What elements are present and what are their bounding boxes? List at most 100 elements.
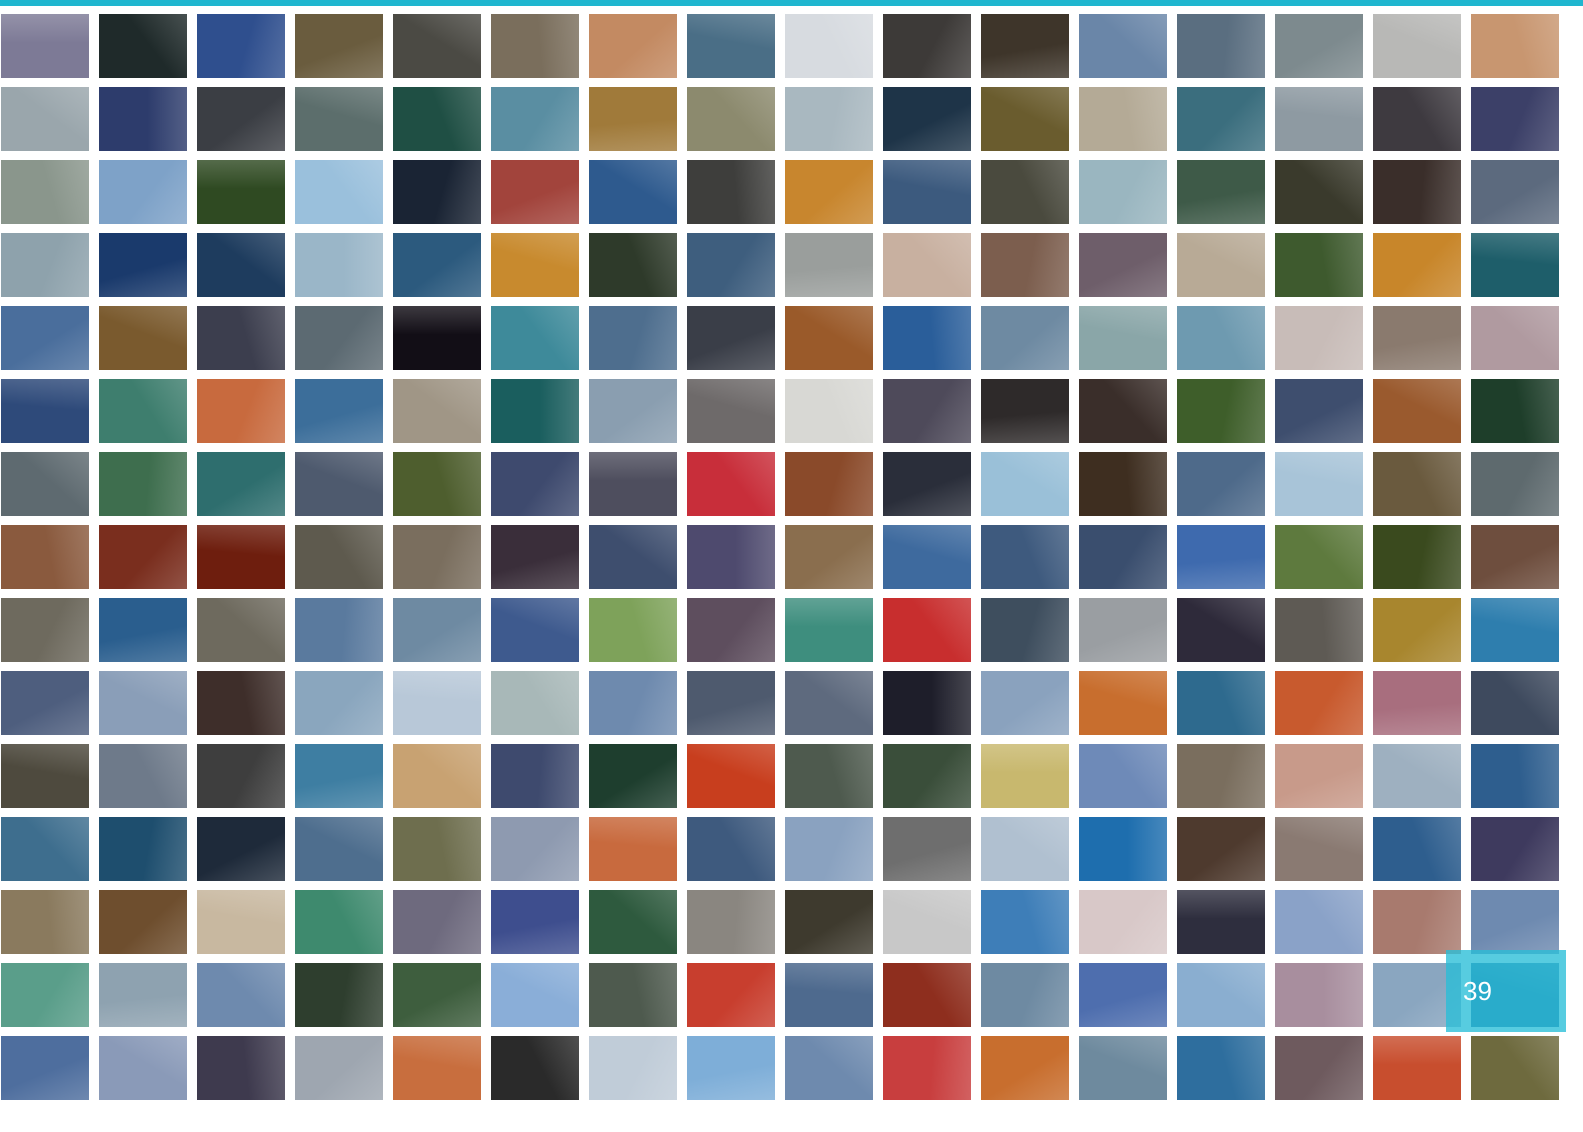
photo-tile [1079,379,1167,443]
photo-tile [491,1036,579,1100]
photo-tile [1373,525,1461,589]
photo-tile [1373,744,1461,808]
photo-tile [1275,744,1363,808]
photo-tile [1177,14,1265,78]
photo-tile [589,87,677,151]
photo-tile [883,452,971,516]
photo-tile [1471,525,1559,589]
photo-tile [1275,452,1363,516]
photo-tile [1373,160,1461,224]
photo-tile [1373,452,1461,516]
photo-tile [393,87,481,151]
photo-tile [491,306,579,370]
photo-tile [1,817,89,881]
photo-tile [883,525,971,589]
photo-tile [1275,598,1363,662]
photo-tile [981,671,1069,735]
photo-tile [491,379,579,443]
photo-tile [1079,598,1167,662]
photo-tile [981,525,1069,589]
photo-tile [99,744,187,808]
photo-tile [393,963,481,1027]
photo-tile [1275,890,1363,954]
photo-tile [393,525,481,589]
photo-tile [1471,1036,1559,1100]
photo-tile [1,525,89,589]
photo-tile [1079,890,1167,954]
photo-tile [1177,744,1265,808]
photo-tile [295,671,383,735]
photo-tile [785,890,873,954]
photo-tile [883,817,971,881]
photo-tile [981,598,1069,662]
photo-tile [295,452,383,516]
photo-tile [785,233,873,297]
photo-tile [1373,598,1461,662]
photo-tile [1177,817,1265,881]
photo-tile [1177,306,1265,370]
photo-tile [883,233,971,297]
photo-tile [99,963,187,1027]
photo-tile [1,379,89,443]
photo-tile [1373,890,1461,954]
photo-tile [589,379,677,443]
photo-tile [1177,233,1265,297]
photo-tile [1177,963,1265,1027]
photo-tile [687,160,775,224]
photo-tile [687,525,775,589]
photo-tile [883,963,971,1027]
photo-tile [491,744,579,808]
photo-tile [197,890,285,954]
photo-tile [99,233,187,297]
photo-tile [589,452,677,516]
photo-tile [393,14,481,78]
photo-tile [99,671,187,735]
photo-tile [491,598,579,662]
photo-tile [687,817,775,881]
photo-tile [589,598,677,662]
photo-tile [99,87,187,151]
photo-tile [883,14,971,78]
photo-tile [981,1036,1069,1100]
photo-tile [197,87,285,151]
photo-tile [1373,14,1461,78]
page-number-badge: 39 [1446,950,1566,1032]
photo-tile [1471,306,1559,370]
photo-tile [99,452,187,516]
photo-tile [1,14,89,78]
photo-tile [785,671,873,735]
photo-tile [1373,671,1461,735]
photo-tile [99,598,187,662]
photo-tile [491,890,579,954]
photo-tile [295,598,383,662]
photo-tile [687,963,775,1027]
photo-tile [295,306,383,370]
photo-tile [1079,160,1167,224]
top-accent-bar [0,0,1583,6]
photo-tile [883,160,971,224]
photo-tile [981,233,1069,297]
photo-tile [295,160,383,224]
photo-tile [1079,525,1167,589]
photo-tile [197,160,285,224]
photo-tile [883,1036,971,1100]
photo-tile [197,14,285,78]
photo-tile [99,890,187,954]
photo-tile [491,525,579,589]
photo-tile [295,233,383,297]
photo-tile [295,890,383,954]
photo-tile [393,671,481,735]
photo-tile [393,890,481,954]
photo-tile [1471,744,1559,808]
photo-tile [1471,598,1559,662]
photo-tile [197,963,285,1027]
photo-tile [491,452,579,516]
photo-tile [1275,14,1363,78]
photo-tile [785,306,873,370]
photo-tile [295,1036,383,1100]
photo-tile [1177,525,1265,589]
photo-tile [1373,817,1461,881]
photo-tile [1079,744,1167,808]
photo-tile [1079,1036,1167,1100]
photo-tile [1471,14,1559,78]
